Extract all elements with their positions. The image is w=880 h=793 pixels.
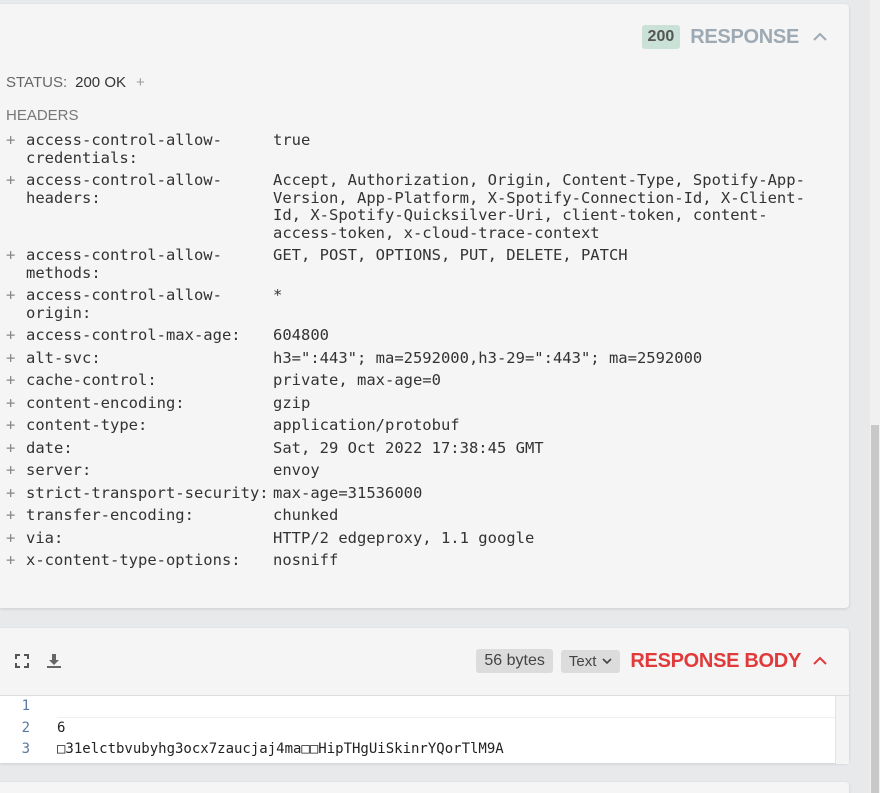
header-key: access-control-allow-origin: [26,286,222,322]
add-header-icon[interactable]: + [6,326,26,345]
code-line: □31elctbvubyhg3ocx7zaucjaj4ma□□HipTHgUiS… [57,741,504,757]
header-value: nosniff [273,551,339,569]
header-row: + access-control-allow-methods: GET, POST,… [6,246,836,282]
add-header-icon[interactable]: + [6,246,26,282]
add-header-icon[interactable]: + [6,439,26,458]
header-row: + content-encoding: gzip [6,393,836,413]
download-icon[interactable] [46,653,62,674]
header-key: content-type: [26,416,148,434]
editor-scrollbar[interactable] [835,696,849,764]
header-row: + x-content-type-options: nosniff [6,551,836,570]
header-row: + access-control-allow-origin: * [6,286,836,322]
chevron-up-icon[interactable] [809,26,831,48]
response-body-header: 56 bytes Text RESPONSE BODY [0,647,831,677]
header-value: true [273,131,311,149]
header-row: + content-type: application/protobuf [6,416,836,435]
add-header-icon[interactable]: + [6,371,26,390]
header-row: + strict-transport-security: max-age=31536… [6,483,836,503]
header-value: application/protobuf [273,416,460,434]
body-format-value: Text [568,652,597,670]
header-key: transfer-encoding: [26,506,194,524]
line-number: 3 [21,741,30,757]
status-value: 200 OK [75,74,126,91]
header-key: alt-svc: [26,348,101,367]
line-number: 2 [21,720,30,736]
header-row: + access-control-allow-headers: Accept, Au… [6,171,836,242]
header-value: Accept, Authorization, Origin, Content-T… [273,171,805,242]
header-row: + date: Sat, 29 Oct 2022 17:38:45 GMT [6,438,836,458]
add-header-icon[interactable]: + [6,551,26,570]
response-panel-header[interactable]: 200 RESPONSE [641,25,831,49]
add-header-icon[interactable]: + [6,484,26,503]
line-number: 1 [21,698,30,714]
header-key: content-encoding: [26,393,185,412]
header-key: date: [26,438,73,457]
header-value: envoy [273,461,320,479]
header-key: access-control-allow-credentials: [26,131,222,167]
header-key: via: [26,528,64,547]
response-body-title: RESPONSE BODY [630,649,801,672]
header-value: h3=":443"; ma=2592000,h3-29=":443"; ma=2… [273,348,703,367]
header-value: gzip [273,393,311,412]
header-key: cache-control: [26,371,157,389]
header-value: max-age=31536000 [273,483,423,502]
response-body-code[interactable]: 6 □31elctbvubyhg3ocx7zaucjaj4ma□□HipTHgUi… [57,696,835,760]
status-label: STATUS: [6,74,68,91]
chevron-up-icon[interactable] [809,650,831,672]
add-header-icon[interactable]: + [6,131,26,167]
code-line [57,696,835,718]
header-row: + alt-svc: h3=":443"; ma=2592000,h3-29=":4… [6,348,836,368]
response-body-panel: 56 bytes Text RESPONSE BODY 1 2 3 6 □31elct… [0,628,849,764]
header-key: access-control-allow-headers: [26,171,222,207]
add-header-icon[interactable]: + [6,506,26,525]
header-row: + transfer-encoding: chunked [6,506,836,525]
header-row: + access-control-max-age: 604800 [6,326,836,345]
header-row: + via: HTTP/2 edgeproxy, 1.1 google [6,528,836,548]
add-header-icon[interactable]: + [6,461,26,480]
add-header-icon[interactable]: + [6,529,26,548]
fullscreen-icon[interactable] [14,653,30,674]
header-value: * [273,286,283,304]
header-key: server: [26,461,92,479]
header-value: private, max-age=0 [273,371,441,389]
status-line: STATUS: 200 OK + [6,74,145,91]
add-header-icon[interactable]: + [6,171,26,242]
body-format-select[interactable]: Text [560,649,621,673]
header-row: + cache-control: private, max-age=0 [6,371,836,390]
page-scrollbar[interactable] [870,0,880,793]
header-key: access-control-max-age: [26,326,241,344]
headers-table: + access-control-allow-credentials: true + a… [6,131,836,575]
next-panel [0,782,849,793]
headers-label: HEADERS [6,107,79,124]
header-key: access-control-allow-methods: [26,246,222,282]
page-scrollbar-thumb[interactable] [871,425,879,793]
header-row: + server: envoy [6,461,836,480]
header-key: strict-transport-security: [26,483,269,502]
response-body-editor[interactable]: 1 2 3 6 □31elctbvubyhg3ocx7zaucjaj4ma□□HipT… [0,695,849,764]
add-header-icon[interactable]: + [6,394,26,413]
header-value: 604800 [273,326,329,344]
add-header-icon[interactable]: + [6,416,26,435]
add-header-icon[interactable]: + [6,349,26,368]
header-value: GET, POST, OPTIONS, PUT, DELETE, PATCH [273,246,628,264]
response-panel: 200 RESPONSE STATUS: 200 OK + HEADERS + a… [0,4,849,608]
code-line: 6 [57,720,66,736]
add-header-icon[interactable]: + [6,286,26,322]
header-key: x-content-type-options: [26,551,241,569]
line-numbers-gutter: 1 2 3 [0,696,44,764]
header-value: Sat, 29 Oct 2022 17:38:45 GMT [273,438,544,457]
header-value: HTTP/2 edgeproxy, 1.1 google [273,528,535,547]
status-code-badge: 200 [641,25,681,49]
response-size-badge: 56 bytes [476,649,553,673]
add-status-icon[interactable]: + [136,74,145,91]
header-row: + access-control-allow-credentials: true [6,131,836,167]
chevron-down-icon [602,658,612,664]
response-title: RESPONSE [690,25,799,48]
header-value: chunked [273,506,339,524]
